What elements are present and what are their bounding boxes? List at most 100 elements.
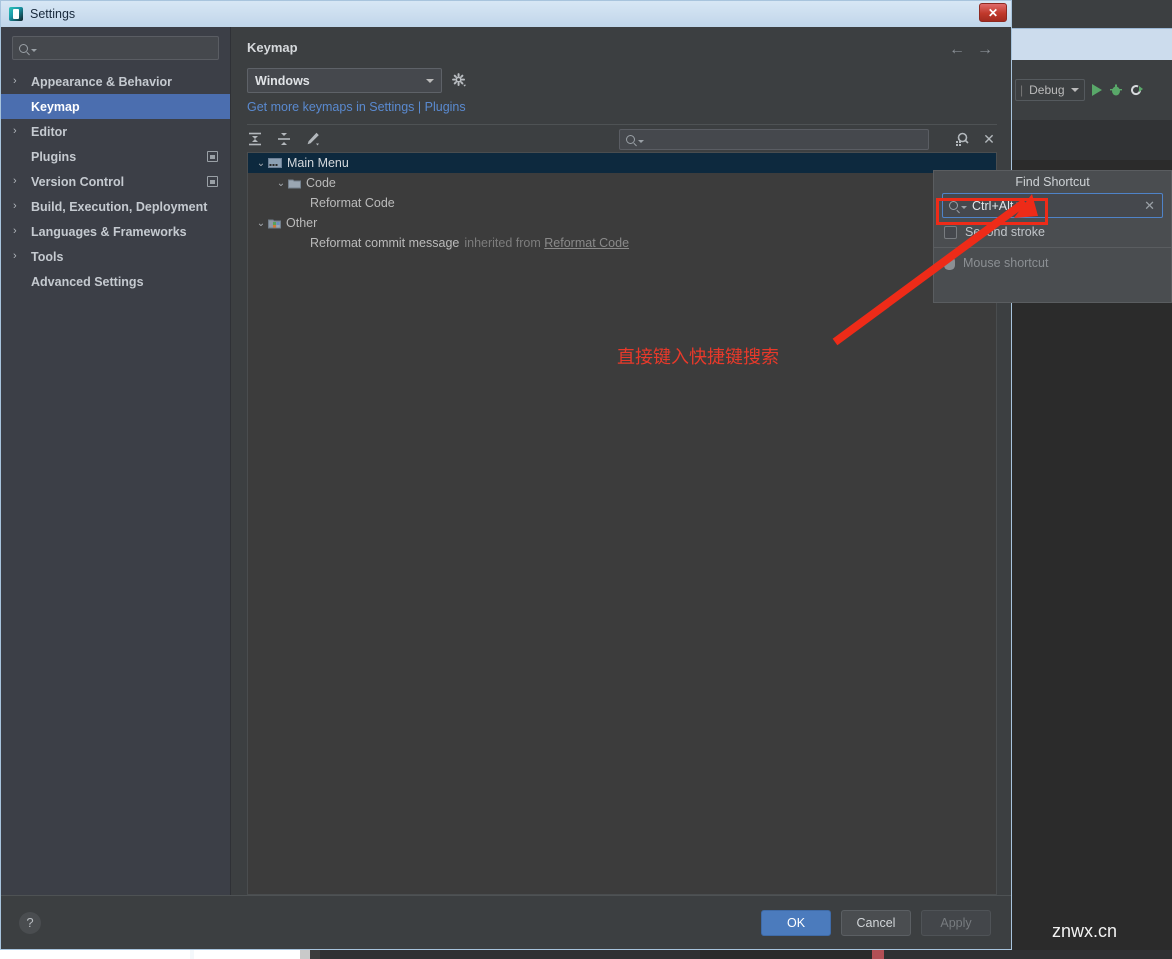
debug-icon[interactable] — [1109, 83, 1123, 97]
annotation-text: 直接键入快捷键搜索 — [617, 347, 779, 367]
chevron-down-icon[interactable]: ⌄ — [274, 178, 288, 189]
help-button[interactable]: ? — [19, 911, 41, 934]
tree-row-label: Main Menu — [287, 156, 349, 170]
settings-link[interactable]: Settings — [369, 100, 414, 114]
sidebar-item-languages-frameworks[interactable]: › Languages & Frameworks — [1, 219, 230, 244]
search-input[interactable] — [40, 41, 212, 55]
app-icon — [9, 7, 23, 21]
expand-all-icon[interactable] — [247, 131, 263, 147]
tree-row-label: Reformat Code — [310, 196, 395, 210]
keymap-select[interactable]: Windows — [247, 68, 442, 93]
sidebar-item-advanced-settings[interactable]: Advanced Settings — [1, 269, 230, 294]
keymap-tree[interactable]: ⌄ Main Menu ⌄ Code Reformat Code ⌄ Other… — [247, 152, 997, 895]
run-config-label: Debug — [1029, 83, 1065, 97]
find-shortcut-input-value: Ctrl+Alt+L — [972, 198, 1028, 213]
mouse-icon — [944, 256, 955, 270]
edit-shortcut-icon[interactable] — [305, 131, 321, 147]
sidebar-item-plugins[interactable]: Plugins — [1, 144, 230, 169]
second-stroke-checkbox[interactable] — [944, 225, 957, 239]
sidebar-item-build-execution-deployment[interactable]: › Build, Execution, Deployment — [1, 194, 230, 219]
close-button[interactable]: ✕ — [979, 3, 1007, 22]
tree-row-label: Other — [286, 216, 318, 230]
chevron-right-icon: › — [13, 125, 17, 137]
table-row[interactable]: Reformat Code Ctrl — [248, 193, 996, 213]
screen: | Debug znwx.cn Settings ✕ › Appearance … — [0, 0, 1172, 959]
other-folder-icon — [268, 218, 281, 229]
cancel-button[interactable]: Cancel — [841, 909, 911, 936]
sidebar-item-appearance-behavior[interactable]: › Appearance & Behavior — [1, 69, 230, 94]
collapse-all-icon[interactable] — [276, 131, 292, 147]
inherited-source-link[interactable]: Reformat Code — [544, 236, 629, 250]
taskbar-segment — [310, 950, 320, 959]
settings-sidebar: › Appearance & Behavior Keymap › Editor … — [1, 27, 231, 895]
taskbar-segment — [300, 950, 310, 959]
sidebar-item-label: Version Control — [31, 174, 125, 189]
chevron-down-icon — [1070, 88, 1079, 92]
sidebar-item-keymap[interactable]: Keymap — [1, 94, 230, 119]
mouse-shortcut-row[interactable]: Mouse shortcut — [934, 248, 1171, 270]
inherited-prefix: inherited from — [464, 236, 545, 250]
settings-dialog: Settings ✕ › Appearance & Behavior Keyma… — [0, 0, 1012, 950]
footer-buttons: OK Cancel Apply — [761, 909, 991, 936]
sidebar-search-wrap — [1, 36, 230, 69]
sidebar-item-label: Keymap — [31, 99, 80, 114]
table-row[interactable]: ⌄ Code — [248, 173, 996, 193]
sidebar-item-version-control[interactable]: › Version Control — [1, 169, 230, 194]
chevron-down-icon — [961, 206, 967, 209]
toolbar-right-icons: ✕ — [954, 131, 997, 147]
dialog-footer: ? OK Cancel Apply — [1, 895, 1011, 949]
chevron-right-icon: › — [13, 175, 17, 187]
run-config-divider: | — [1020, 83, 1024, 97]
sidebar-item-tools[interactable]: › Tools — [1, 244, 230, 269]
table-row[interactable]: ⌄ Main Menu — [248, 153, 996, 173]
settings-main-panel: Keymap ← → Windows Get more keymaps in S… — [231, 27, 1011, 895]
run-icon[interactable] — [1091, 84, 1102, 96]
keymap-tree-toolbar: ✕ — [247, 124, 997, 150]
keymap-filter-field[interactable] — [619, 128, 929, 150]
get-more-keymaps-prefix: Get more keymaps in — [247, 100, 370, 114]
page-title: Keymap — [247, 40, 298, 55]
taskbar-segment — [320, 950, 700, 959]
gear-icon[interactable] — [452, 73, 467, 88]
watermark: znwx.cn — [1052, 921, 1118, 941]
table-row[interactable]: Reformat commit message inherited from R… — [248, 233, 996, 253]
rerun-icon[interactable] — [1130, 83, 1144, 97]
taskbar-segment — [194, 950, 300, 959]
forward-arrow-icon[interactable]: → — [977, 42, 993, 58]
find-shortcut-input-wrap[interactable]: Ctrl+Alt+L ✕ — [942, 193, 1163, 218]
sidebar-item-editor[interactable]: › Editor — [1, 119, 230, 144]
mouse-shortcut-label: Mouse shortcut — [963, 256, 1049, 270]
taskbar-segment — [700, 950, 872, 959]
sidebar-item-label: Languages & Frameworks — [31, 224, 187, 239]
second-stroke-row[interactable]: Second stroke — [934, 218, 1171, 239]
search-box[interactable] — [12, 36, 219, 60]
ide-toolbar-strip — [1012, 28, 1172, 60]
title-bar: Settings ✕ — [1, 1, 1011, 27]
chevron-down-icon[interactable]: ⌄ — [254, 158, 268, 169]
keymap-selector-row: Windows — [231, 58, 1011, 93]
plugins-link[interactable]: Plugins — [425, 100, 466, 114]
search-icon — [626, 134, 635, 144]
ok-button[interactable]: OK — [761, 909, 831, 936]
taskbar-segment — [884, 950, 1172, 959]
run-configuration-selector[interactable]: | Debug — [1015, 79, 1085, 101]
chevron-right-icon: › — [13, 250, 17, 262]
find-shortcut-icon[interactable] — [954, 131, 970, 147]
back-arrow-icon[interactable]: ← — [949, 42, 965, 58]
keymap-filter-input[interactable] — [647, 132, 922, 146]
chevron-right-icon: › — [13, 75, 17, 87]
sidebar-item-label: Tools — [31, 249, 64, 264]
clear-filter-icon[interactable]: ✕ — [981, 131, 997, 147]
window-title: Settings — [30, 7, 76, 21]
table-row[interactable]: ⌄ Other — [248, 213, 996, 233]
taskbar — [0, 950, 1172, 959]
apply-button: Apply — [921, 909, 991, 936]
popup-field-wrap: Ctrl+Alt+L ✕ — [934, 193, 1171, 218]
chevron-down-icon[interactable]: ⌄ — [254, 218, 268, 229]
clear-icon[interactable]: ✕ — [1144, 198, 1155, 214]
sidebar-item-label: Advanced Settings — [31, 274, 144, 289]
sidebar-item-label: Editor — [31, 124, 68, 139]
main-header: Keymap ← → — [231, 27, 1011, 58]
chevron-down-icon — [31, 48, 37, 52]
modified-marker-icon — [207, 176, 218, 187]
